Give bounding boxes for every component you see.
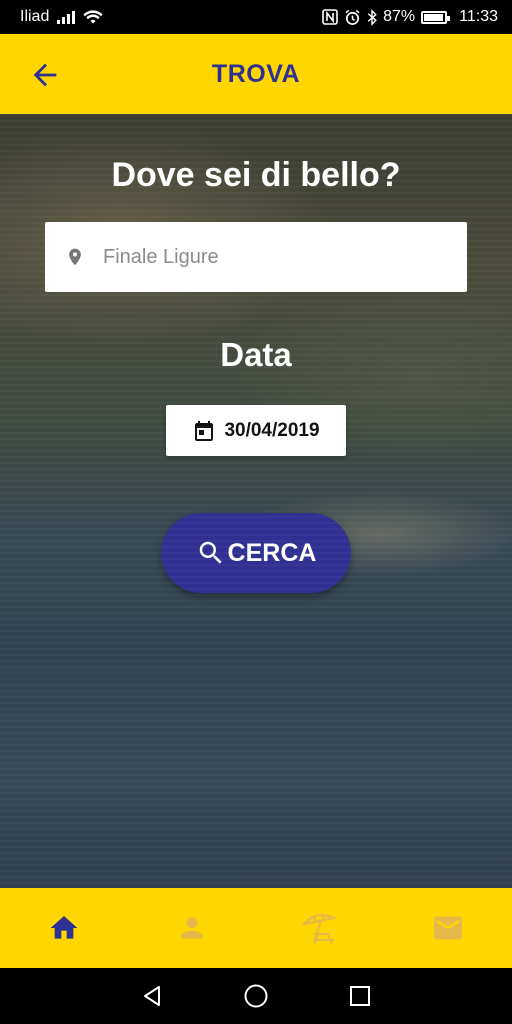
nav-messages[interactable] [418,898,478,958]
beach-umbrella-icon [301,913,338,945]
location-question: Dove sei di bello? [111,156,401,194]
nav-home[interactable] [34,898,94,958]
nfc-icon [322,9,338,25]
bluetooth-icon [367,8,377,26]
signal-icon [57,10,76,24]
main-content: Dove sei di bello? Data 30/04/2019 CERCA [0,114,512,888]
status-bar: Iliad 87% 11:33 [0,0,512,34]
search-button[interactable]: CERCA [161,513,351,593]
system-back-button[interactable] [132,976,172,1016]
search-button-label: CERCA [227,538,317,567]
date-picker-button[interactable]: 30/04/2019 [166,405,346,456]
location-pin-icon [69,248,81,266]
wifi-icon [83,10,103,24]
mail-icon [433,916,463,940]
location-field[interactable] [45,222,467,292]
home-icon [50,916,78,939]
location-input[interactable] [103,245,433,269]
back-button[interactable] [28,58,62,92]
nav-profile[interactable] [162,898,222,958]
page-title: TROVA [211,59,301,88]
arrow-back-icon [33,63,57,87]
bottom-navigation [0,888,512,968]
date-value: 30/04/2019 [224,419,320,441]
battery-percent: 87% [383,8,416,25]
system-home-button[interactable] [236,976,276,1016]
battery-icon [421,10,451,24]
square-recents-icon [350,986,370,1006]
clock: 11:33 [459,8,498,25]
triangle-back-icon [144,986,160,1006]
nav-beach[interactable] [290,898,350,958]
system-recents-button[interactable] [340,976,380,1016]
alarm-icon [345,9,360,25]
date-label: Data [220,336,292,373]
app-bar: TROVA [0,34,512,114]
calendar-icon [195,420,214,441]
carrier-name: Iliad [20,8,50,25]
search-icon [199,541,222,564]
person-icon [181,917,203,939]
system-navigation-bar [0,968,512,1024]
circle-home-icon [244,984,268,1008]
